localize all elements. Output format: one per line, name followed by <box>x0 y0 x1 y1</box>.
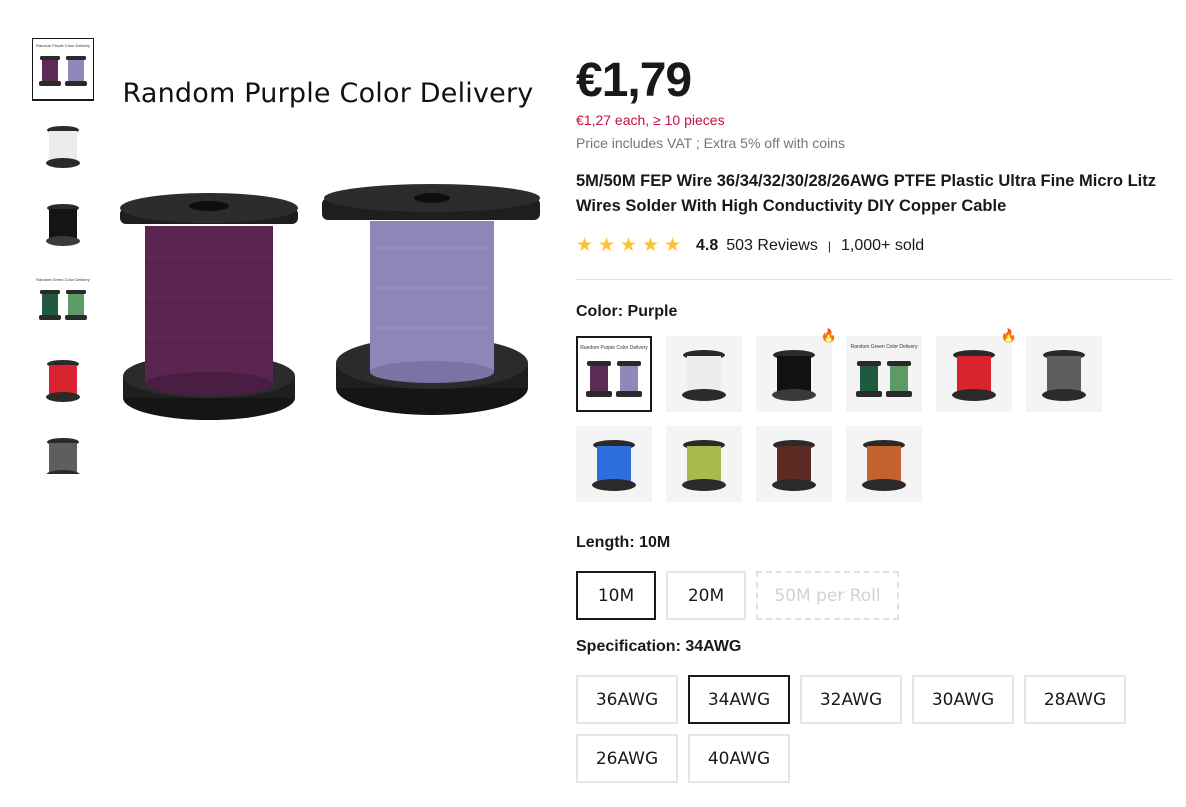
spool-image <box>46 438 80 474</box>
star-icon: ★ <box>642 235 660 256</box>
color-swatch-orange[interactable] <box>846 426 922 502</box>
color-label: Color: Purple <box>576 303 678 320</box>
price: €1,79 <box>576 54 692 107</box>
specification-options: 36AWG 34AWG 32AWG 30AWG 28AWG 26AWG 40AW… <box>576 675 1136 793</box>
star-icon: ★ <box>620 235 638 256</box>
length-option-50m-per-roll: 50M per Roll <box>756 571 899 620</box>
spec-option-32awg[interactable]: 32AWG <box>800 675 902 724</box>
hot-fire-icon: 🔥 <box>1000 328 1017 343</box>
spool-pair-image <box>120 184 540 420</box>
length-options: 10M 20M 50M per Roll <box>576 571 1136 620</box>
color-swatch-brown[interactable] <box>756 426 832 502</box>
image-caption: Random Purple Color Delivery <box>122 78 534 109</box>
thumbnail-green[interactable]: Random Green Color Delivery <box>32 272 94 334</box>
star-icon: ★ <box>664 235 682 256</box>
spool-image <box>46 360 80 402</box>
spool-image <box>772 440 816 491</box>
sold-count: 1,000+ sold <box>840 237 925 254</box>
color-swatch-purple[interactable]: Random Purple Color Delivery <box>576 336 652 412</box>
swatch-caption: Random Green Color Delivery <box>850 344 918 350</box>
spool-pair-image <box>39 56 87 86</box>
spool-image <box>682 350 726 401</box>
color-swatch-white[interactable] <box>666 336 742 412</box>
thumbnail-caption: Random Purple Color Delivery <box>35 43 91 48</box>
spec-option-26awg[interactable]: 26AWG <box>576 734 678 783</box>
separator: | <box>827 239 831 253</box>
product-title: 5M/50M FEP Wire 36/34/32/30/28/26AWG PTF… <box>576 172 1157 215</box>
length-option-10m[interactable]: 10M <box>576 571 656 620</box>
thumbnail-purple[interactable]: Random Purple Color Delivery <box>32 38 94 101</box>
bulk-price: €1,27 each, ≥ 10 pieces <box>576 112 725 128</box>
rating-row: ★ ★ ★ ★ ★ 4.8 503 Reviews | 1,000+ sold <box>576 236 1176 256</box>
spool-image <box>952 350 996 401</box>
spec-option-28awg[interactable]: 28AWG <box>1024 675 1126 724</box>
spool-image <box>592 440 636 491</box>
spool-pair-image <box>39 290 87 320</box>
spool-image <box>46 126 80 168</box>
color-swatch-gray[interactable] <box>1026 336 1102 412</box>
color-swatch-yellow-green[interactable] <box>666 426 742 502</box>
spec-option-36awg[interactable]: 36AWG <box>576 675 678 724</box>
spool-image <box>862 440 906 491</box>
thumbnail-black[interactable] <box>32 194 94 256</box>
spool-image <box>772 350 816 401</box>
star-icon: ★ <box>576 235 594 256</box>
spec-option-40awg[interactable]: 40AWG <box>688 734 790 783</box>
thumbnail-red[interactable] <box>32 350 94 412</box>
color-swatch-blue[interactable] <box>576 426 652 502</box>
star-icon: ★ <box>598 235 616 256</box>
color-swatch-red[interactable]: 🔥 <box>936 329 1017 412</box>
reviews-link[interactable]: 503 Reviews <box>726 237 818 255</box>
thumbnail-strip: Random Purple Color Delivery Random Gree… <box>32 38 94 474</box>
thumbnail-caption: Random Green Color Delivery <box>36 277 90 282</box>
spec-option-30awg[interactable]: 30AWG <box>912 675 1014 724</box>
swatch-caption: Random Purple Color Delivery <box>580 345 648 351</box>
length-option-20m[interactable]: 20M <box>666 571 746 620</box>
product-info: €1,79 €1,27 each, ≥ 10 pieces Price incl… <box>576 52 1176 793</box>
thumbnail-gray[interactable] <box>32 428 94 474</box>
main-product-image[interactable]: Random Purple Color Delivery <box>108 58 548 458</box>
spec-option-34awg[interactable]: 34AWG <box>688 675 790 724</box>
color-swatches: Random Purple Color Delivery 🔥 Random Gr… <box>576 329 1116 516</box>
color-swatch-black[interactable]: 🔥 <box>756 329 837 412</box>
length-label: Length: 10M <box>576 534 671 551</box>
color-swatch-green[interactable]: Random Green Color Delivery <box>846 336 922 412</box>
spool-image <box>1042 350 1086 401</box>
hot-fire-icon: 🔥 <box>820 328 837 343</box>
rating-stars: ★ ★ ★ ★ ★ <box>576 236 686 256</box>
spool-image <box>682 440 726 491</box>
vat-note: Price includes VAT ; Extra 5% off with c… <box>576 135 845 151</box>
divider <box>576 279 1173 280</box>
rating-value: 4.8 <box>696 237 719 254</box>
spool-pair-image <box>856 361 912 397</box>
thumbnail-white[interactable] <box>32 116 94 178</box>
specification-label: Specification: 34AWG <box>576 638 742 655</box>
spool-image <box>46 204 80 246</box>
